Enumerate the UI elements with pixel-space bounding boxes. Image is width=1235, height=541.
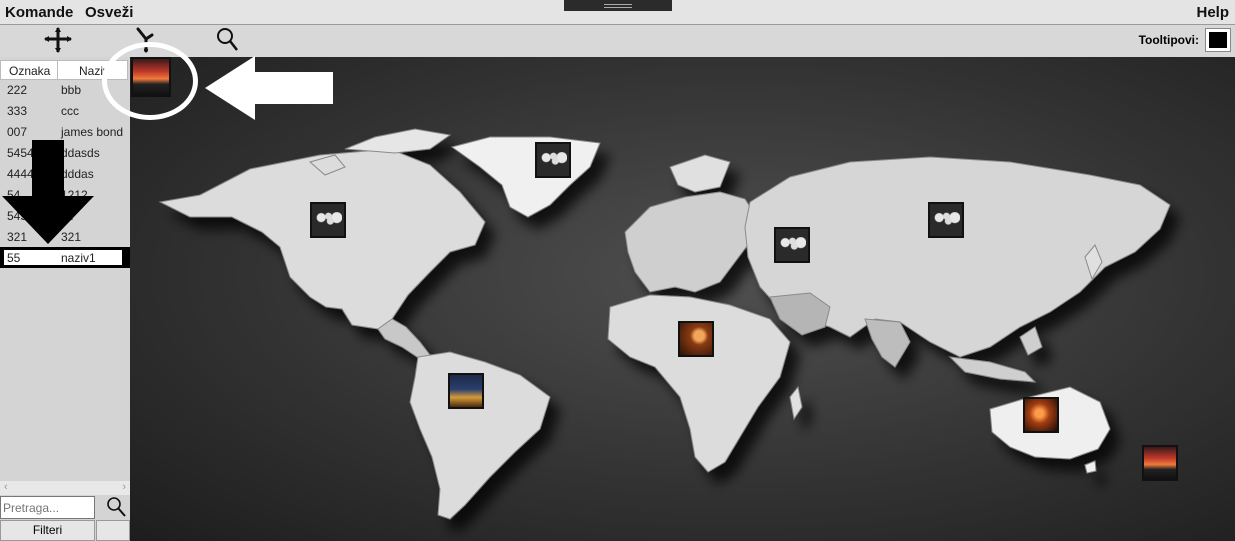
scroll-left-icon[interactable]: ‹ <box>4 481 8 493</box>
item-name: naziv1 <box>61 251 96 265</box>
annotation-highlight-circle <box>102 42 198 120</box>
toolbar: Tooltipovi: <box>0 25 1235 57</box>
menu-commands[interactable]: Komande <box>5 4 73 21</box>
annotation-left-arrow-icon <box>205 56 333 120</box>
map-marker-world-icon[interactable] <box>535 142 571 178</box>
column-divider[interactable] <box>57 61 58 79</box>
item-name: ccc <box>61 104 79 118</box>
item-code: 55 <box>7 251 21 265</box>
map-marker-photo-icon[interactable] <box>448 373 484 409</box>
horizontal-scrollbar[interactable]: ‹ › <box>0 481 130 495</box>
tooltips-toggle[interactable] <box>1205 28 1231 52</box>
column-header-code[interactable]: Oznaka <box>9 64 50 78</box>
search-button[interactable] <box>104 496 130 519</box>
world-map[interactable] <box>130 57 1235 541</box>
item-code: 007 <box>7 125 28 139</box>
filters-spare-cell <box>96 520 130 541</box>
map-marker-photo-icon[interactable] <box>1023 397 1059 433</box>
selected-row-box: 55 naziv1 <box>4 250 122 265</box>
drag-handle[interactable] <box>564 0 672 11</box>
item-code: 222 <box>7 83 28 97</box>
item-name: bbb <box>61 83 82 97</box>
world-map-graphic <box>158 128 1171 520</box>
map-marker-world-icon[interactable] <box>928 202 964 238</box>
filters-button[interactable]: Filteri <box>0 520 95 541</box>
magnifier-icon[interactable] <box>210 25 246 55</box>
list-item[interactable]: 007 james bond <box>0 121 130 142</box>
search-input[interactable] <box>0 496 95 519</box>
menu-help[interactable]: Help <box>1196 4 1229 21</box>
annotation-down-arrow-icon <box>2 140 94 244</box>
item-code: 333 <box>7 104 28 118</box>
menu-refresh[interactable]: Osveži <box>85 4 133 21</box>
scroll-right-icon[interactable]: › <box>122 481 126 493</box>
map-marker-photo-icon[interactable] <box>1142 445 1178 481</box>
tooltips-label: Tooltipovi: <box>1138 33 1199 47</box>
move-cross-icon[interactable] <box>40 25 76 55</box>
map-marker-world-icon[interactable] <box>310 202 346 238</box>
list-item-selected[interactable]: 55 naziv1 <box>0 247 130 268</box>
item-name: james bond <box>61 125 124 139</box>
map-marker-world-icon[interactable] <box>774 227 810 263</box>
map-marker-photo-icon[interactable] <box>678 321 714 357</box>
sidebar: Oznaka Naziv 222 bbb 333 ccc 007 james b… <box>0 57 130 541</box>
menu-bar: Komande Osveži Help <box>0 0 1235 25</box>
search-icon <box>107 497 126 517</box>
